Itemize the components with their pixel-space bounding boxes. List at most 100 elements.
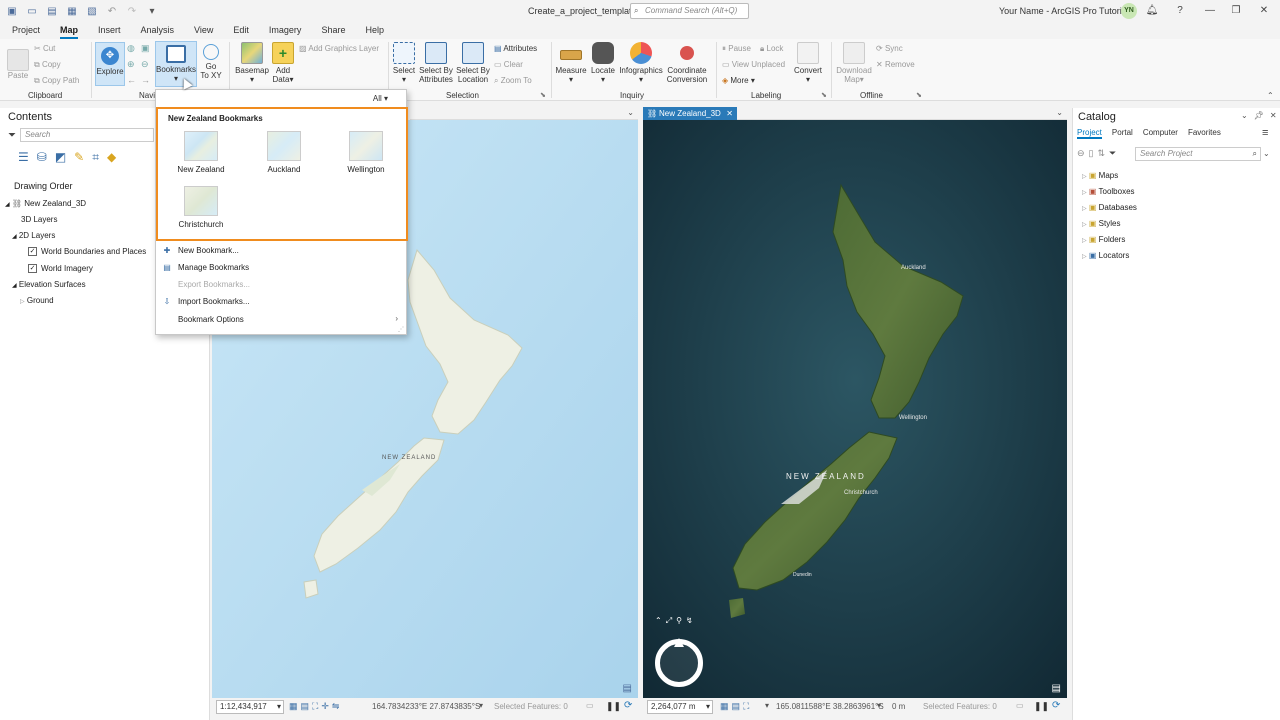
tab-analysis[interactable]: Analysis — [131, 22, 185, 39]
close-tab-icon[interactable]: ✕ — [726, 107, 733, 121]
tab-map[interactable]: Map — [50, 22, 88, 39]
catalog-item-databases[interactable]: ▷ ▣ Databases — [1082, 203, 1137, 212]
tab-help[interactable]: Help — [355, 22, 394, 39]
catalog-menu-icon[interactable]: ≡ — [1262, 127, 1268, 139]
rotation-icon[interactable]: ⇋ — [332, 701, 340, 712]
expand-icon[interactable]: ▷ — [1082, 254, 1087, 260]
bookmark-options-menu-item[interactable]: Bookmark Options — [178, 315, 244, 324]
chevron-down-icon[interactable]: ▾ — [765, 701, 769, 710]
bookmark-auckland[interactable]: Auckland — [249, 131, 319, 174]
chevron-down-icon[interactable]: ▾ — [877, 701, 881, 710]
catalog-tab-portal[interactable]: Portal — [1112, 128, 1133, 139]
avatar[interactable]: YN — [1121, 3, 1137, 19]
catalog-search-input[interactable]: Search Project ⌕ — [1135, 147, 1261, 161]
tab-imagery[interactable]: Imagery — [259, 22, 312, 39]
tab-project[interactable]: Project — [0, 22, 50, 39]
navigator-up-icon[interactable]: ⌃ — [655, 616, 662, 626]
new-project-icon[interactable]: ▭ — [24, 3, 40, 19]
catalog-tab-project[interactable]: Project — [1077, 128, 1102, 139]
open-project-icon[interactable]: ▤ — [44, 3, 60, 19]
redo-icon[interactable]: ↷ — [124, 3, 140, 19]
add-graphics-layer-button[interactable]: ▨ Add Graphics Layer — [299, 44, 379, 53]
next-extent-icon[interactable]: → — [141, 75, 150, 85]
new-bookmark-menu-item[interactable]: New Bookmark... — [178, 246, 239, 255]
expand-icon[interactable]: ▷ — [1082, 190, 1087, 196]
navigator-tilt-icon[interactable]: ↯ — [686, 616, 693, 626]
refresh-icon[interactable]: ⟳ — [624, 700, 632, 711]
customize-qat-icon[interactable]: ▾ — [144, 3, 160, 19]
catalog-tab-favorites[interactable]: Favorites — [1188, 128, 1221, 139]
catalog-tab-computer[interactable]: Computer — [1143, 128, 1178, 139]
refresh-icon[interactable]: ⟳ — [1052, 700, 1060, 711]
tab-overflow-icon[interactable]: ⌄ — [1056, 108, 1063, 117]
explore-button[interactable]: ✥ Explore — [95, 42, 125, 86]
compass-navigator[interactable] — [655, 638, 703, 687]
tab-edit[interactable]: Edit — [223, 22, 259, 39]
filter-icon[interactable]: ⏷ — [1109, 148, 1116, 159]
zoom-in-icon[interactable]: ⊕ — [127, 59, 135, 70]
cut-button[interactable]: ✂ Cut — [34, 44, 55, 53]
go-to-xy-button[interactable]: Go To XY — [199, 44, 223, 80]
catalog-item-styles[interactable]: ▷ ▣ Styles — [1082, 219, 1120, 228]
paste-button[interactable]: Paste — [6, 49, 30, 80]
help-icon[interactable]: ? — [1172, 3, 1188, 19]
basemap-button[interactable]: Basemap ▾ — [235, 42, 269, 84]
close-window-button[interactable]: ✕ — [1256, 3, 1272, 19]
bookmark-christchurch[interactable]: Christchurch — [166, 186, 236, 229]
layer-world-imagery[interactable]: ✓ World Imagery — [28, 264, 93, 273]
undo-icon[interactable]: ↶ — [104, 3, 120, 19]
infographics-button[interactable]: Infographics ▾ — [618, 42, 664, 84]
layer-world-boundaries[interactable]: ✓ World Boundaries and Places — [28, 247, 146, 256]
select-by-attributes-button[interactable]: Select By Attributes — [418, 42, 454, 84]
ground-surface[interactable]: ▷ Ground — [20, 296, 54, 305]
pause-drawing-icon[interactable]: ❚❚ — [1034, 701, 1049, 712]
remove-button[interactable]: ✕ Remove — [876, 60, 915, 69]
catalog-item-locators[interactable]: ▷ ▣ Locators — [1082, 251, 1129, 260]
user-name[interactable]: Your Name - ArcGIS Pro Tutorials — [999, 6, 1133, 16]
measure-button[interactable]: Measure ▾ — [555, 42, 587, 84]
back-icon[interactable]: ⊖ — [1077, 148, 1085, 159]
list-by-drawing-order-icon[interactable]: ☰ — [18, 150, 29, 165]
list-by-selection-icon[interactable]: ◩ — [55, 150, 66, 165]
fit-icon[interactable]: ⛶ — [743, 701, 749, 712]
attributes-button[interactable]: ▤ Attributes — [494, 44, 537, 53]
bookmark-wellington[interactable]: Wellington — [331, 131, 401, 174]
export-bookmarks-menu-item[interactable]: Export Bookmarks... — [178, 280, 250, 289]
collapse-icon[interactable]: ◢ — [12, 283, 17, 289]
tab-view[interactable]: View — [184, 22, 223, 39]
clear-selection-icon[interactable]: ▭ — [586, 701, 594, 710]
collapse-ribbon-icon[interactable]: ⌃ — [1267, 91, 1274, 100]
snapping-icon[interactable]: ✛ — [321, 701, 329, 712]
add-data-button[interactable]: + Add Data▾ — [270, 42, 296, 84]
coordinate-conversion-button[interactable]: Coordinate Conversion — [665, 42, 709, 84]
notifications-bell-icon[interactable]: 🔔︎ — [1144, 3, 1160, 19]
tab-share[interactable]: Share — [311, 22, 355, 39]
pause-drawing-icon[interactable]: ❚❚ — [606, 701, 621, 712]
layers-2d-group[interactable]: ◢ 2D Layers — [12, 231, 55, 240]
elevation-surfaces-group[interactable]: ◢ Elevation Surfaces — [12, 280, 86, 289]
minimize-button[interactable]: — — [1202, 3, 1218, 19]
zoom-out-icon[interactable]: ⊖ — [141, 59, 149, 70]
fit-icon[interactable]: ⛶ — [312, 701, 318, 712]
clear-button[interactable]: ▭ Clear — [494, 60, 523, 69]
restore-button[interactable]: ❐ — [1228, 3, 1244, 19]
expand-icon[interactable]: ▷ — [1082, 222, 1087, 228]
expand-icon[interactable]: ▷ — [1082, 238, 1087, 244]
contents-search-input[interactable]: Search — [20, 128, 154, 142]
sync-button[interactable]: ⟳ Sync — [876, 44, 903, 53]
copy-path-button[interactable]: ⧉ Copy Path — [34, 76, 79, 86]
map-view-3d-tab[interactable]: ⛓ New Zealand_3D ✕ — [643, 107, 737, 121]
chevron-down-icon[interactable]: ⌄ — [1263, 149, 1270, 158]
select-button[interactable]: Select ▾ — [392, 42, 416, 84]
clear-selection-icon[interactable]: ▭ — [1016, 701, 1024, 710]
filter-icon[interactable]: ⏷ — [8, 130, 16, 141]
bookmark-filter[interactable]: All ▾ — [373, 94, 388, 103]
list-by-labeling-icon[interactable]: ◆ — [107, 150, 116, 165]
bookmarks-button[interactable]: Bookmarks ▾ — [155, 41, 197, 87]
dialog-launcher-icon[interactable]: ⬊ — [916, 91, 922, 99]
dialog-launcher-icon[interactable]: ⬊ — [540, 91, 546, 99]
layers-3d-group[interactable]: 3D Layers — [21, 215, 57, 224]
view-unplaced-button[interactable]: ▭ View Unplaced — [722, 60, 785, 69]
pin-icon[interactable]: 📌︎ — [1254, 111, 1264, 120]
collapse-icon[interactable]: ◢ — [12, 234, 17, 240]
